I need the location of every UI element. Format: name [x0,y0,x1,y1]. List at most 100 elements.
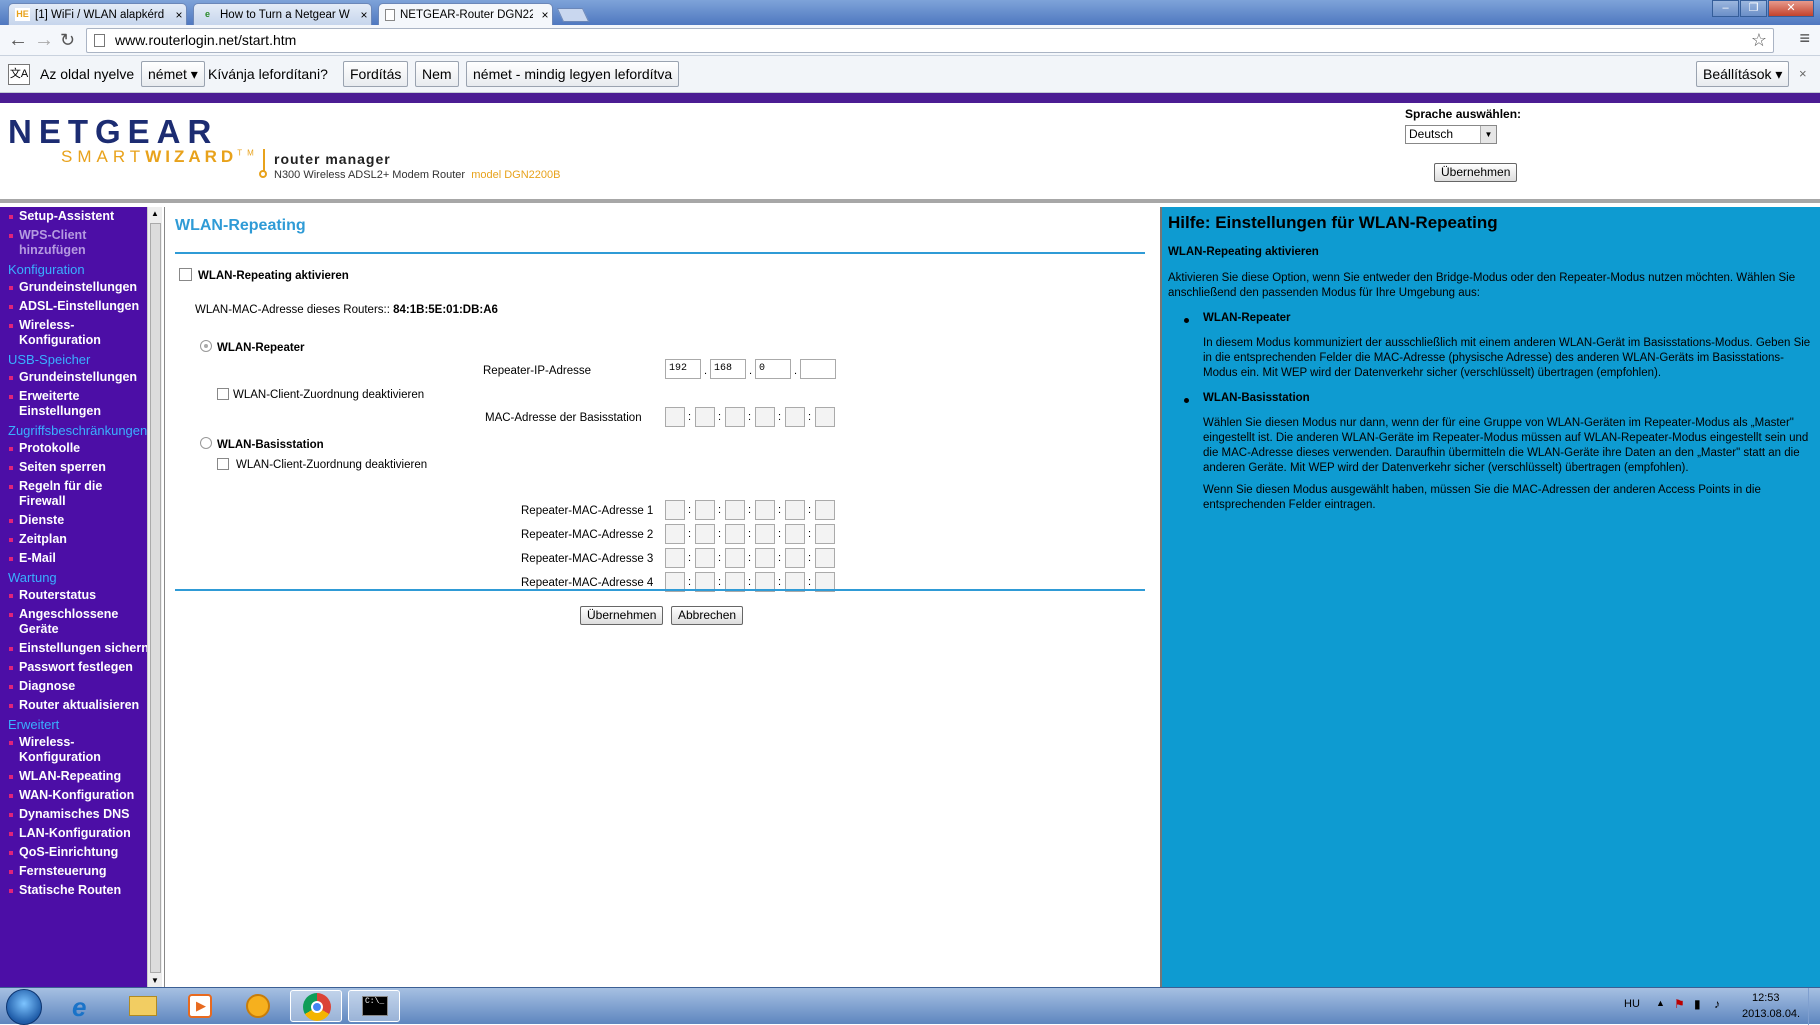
language-apply-button[interactable]: Übernehmen [1434,163,1518,182]
sidebar-item-wireless-konfiguration[interactable]: Wireless-Konfiguration [9,318,147,348]
clock-time[interactable]: 12:53 [1752,992,1780,1004]
no-translate-button[interactable]: Nem [415,61,459,87]
repeater-mac-field[interactable] [725,500,745,520]
mac-field[interactable] [785,407,805,427]
language-dropdown[interactable]: német ▾ [141,61,205,87]
settings-dropdown[interactable]: Beállítások ▾ [1696,61,1790,87]
repeater-mac-field[interactable] [665,548,685,568]
repeater-mac-field[interactable] [755,548,775,568]
sidebar-item-grundeinstellungen[interactable]: Grundeinstellungen [9,280,147,295]
sidebar-item-statische-routen[interactable]: Statische Routen [9,883,147,898]
sidebar-item-dynamisches-dns[interactable]: Dynamisches DNS [9,807,147,822]
sidebar-item-wireless-konfiguration[interactable]: Wireless-Konfiguration [9,735,147,765]
sidebar-scrollbar[interactable]: ▲ ▼ [147,207,162,987]
forward-icon[interactable]: → [34,29,54,51]
start-button[interactable] [6,989,42,1025]
network-icon[interactable]: ▮ [1694,997,1701,1011]
scrollbar-thumb[interactable] [150,223,161,973]
sidebar-item-seiten-sperren[interactable]: Seiten sperren [9,460,147,475]
always-translate-button[interactable]: német - mindig legyen lefordítva [466,61,680,87]
new-tab-button[interactable] [556,8,590,22]
sidebar-item-fernsteuerung[interactable]: Fernsteuerung [9,864,147,879]
sidebar-item-regeln-f-r-die-firewall[interactable]: Regeln für die Firewall [9,479,147,509]
bookmark-star-icon[interactable]: ☆ [1751,29,1767,52]
sidebar-item-setup-assistent[interactable]: Setup-Assistent [9,209,147,224]
ip-field-1[interactable]: 192 [665,359,701,379]
repeater-mac-field[interactable] [755,500,775,520]
sidebar-item-adsl-einstellungen[interactable]: ADSL-Einstellungen [9,299,147,314]
mac-field[interactable] [815,407,835,427]
ip-field-2[interactable]: 168 [710,359,746,379]
app-taskbar-icon[interactable] [232,990,284,1022]
maximize-button[interactable]: ❐ [1740,0,1767,17]
sidebar-item-einstellungen-sichern[interactable]: Einstellungen sichern [9,641,147,656]
sidebar-item-erweiterte-einstellungen[interactable]: Erweiterte Einstellungen [9,389,147,419]
apply-button[interactable]: Übernehmen [580,606,664,625]
base-station-radio[interactable] [200,437,212,449]
sidebar-item-protokolle[interactable]: Protokolle [9,441,147,456]
ip-field-3[interactable]: 0 [755,359,791,379]
sidebar-item-routerstatus[interactable]: Routerstatus [9,588,147,603]
close-window-button[interactable]: ✕ [1768,0,1814,17]
sidebar-item-wlan-repeating[interactable]: WLAN-Repeating [9,769,147,784]
sidebar-item-lan-konfiguration[interactable]: LAN-Konfiguration [9,826,147,841]
repeater-mac-field[interactable] [785,524,805,544]
sidebar-item-dienste[interactable]: Dienste [9,513,147,528]
sidebar-item-angeschlossene-ger-te[interactable]: Angeschlossene Geräte [9,607,147,637]
mac-field[interactable] [755,407,775,427]
repeater-mac-field[interactable] [695,548,715,568]
client-assoc-checkbox-2[interactable] [217,458,229,470]
repeater-mac-field[interactable] [665,500,685,520]
repeater-mac-field[interactable] [665,524,685,544]
sidebar-item-diagnose[interactable]: Diagnose [9,679,147,694]
menu-icon[interactable]: ≡ [1799,28,1810,49]
client-assoc-checkbox[interactable] [217,388,229,400]
cmd-taskbar-icon[interactable]: C:\_ [348,990,400,1022]
ie-taskbar-icon[interactable]: e [58,990,110,1022]
browser-tab-active[interactable]: NETGEAR-Router DGN220 × [378,3,553,25]
back-icon[interactable]: ← [8,29,28,51]
flag-icon[interactable]: ⚑ [1674,997,1685,1011]
scroll-down-icon[interactable]: ▼ [151,976,159,985]
repeater-mac-field[interactable] [725,548,745,568]
browser-tab[interactable]: HE [1] WiFi / WLAN alapkérd × [8,3,187,25]
close-tab-icon[interactable]: × [538,5,552,25]
close-tab-icon[interactable]: × [357,5,371,25]
chrome-taskbar-icon[interactable] [290,990,342,1022]
sidebar-item-e-mail[interactable]: E-Mail [9,551,147,566]
mac-field[interactable] [695,407,715,427]
close-translate-icon[interactable]: × [1799,66,1807,81]
repeater-mac-field[interactable] [815,524,835,544]
minimize-button[interactable]: – [1712,0,1739,17]
translate-button[interactable]: Fordítás [343,61,409,87]
show-desktop-button[interactable] [1808,988,1820,1025]
cancel-button[interactable]: Abbrechen [671,606,744,625]
repeater-mac-field[interactable] [815,500,835,520]
mac-field[interactable] [725,407,745,427]
repeater-mac-field[interactable] [755,524,775,544]
tray-lang[interactable]: HU [1624,998,1640,1010]
scroll-up-icon[interactable]: ▲ [151,209,159,218]
repeater-mac-field[interactable] [725,524,745,544]
url-input[interactable]: www.routerlogin.net/start.htm ☆ [86,28,1774,53]
repeater-mac-field[interactable] [695,524,715,544]
sidebar-item-zeitplan[interactable]: Zeitplan [9,532,147,547]
ip-field-4[interactable] [800,359,836,379]
media-player-taskbar-icon[interactable]: ▶ [174,990,226,1022]
volume-icon[interactable]: ♪ [1714,997,1720,1011]
browser-tab[interactable]: e How to Turn a Netgear W × [193,3,372,25]
mac-field[interactable] [665,407,685,427]
repeater-mac-field[interactable] [785,548,805,568]
repeater-mac-field[interactable] [785,500,805,520]
repeater-mac-field[interactable] [695,500,715,520]
close-tab-icon[interactable]: × [172,5,186,25]
sidebar-item-passwort-festlegen[interactable]: Passwort festlegen [9,660,147,675]
clock-date[interactable]: 2013.08.04. [1742,1008,1800,1020]
sidebar-item-qos-einrichtung[interactable]: QoS-Einrichtung [9,845,147,860]
sidebar-item-wan-konfiguration[interactable]: WAN-Konfiguration [9,788,147,803]
explorer-taskbar-icon[interactable] [116,990,168,1022]
repeater-radio[interactable] [200,340,212,352]
language-select[interactable]: Deutsch ▼ [1405,125,1497,144]
sidebar-item-grundeinstellungen[interactable]: Grundeinstellungen [9,370,147,385]
show-hidden-icons[interactable]: ▲ [1656,998,1665,1008]
